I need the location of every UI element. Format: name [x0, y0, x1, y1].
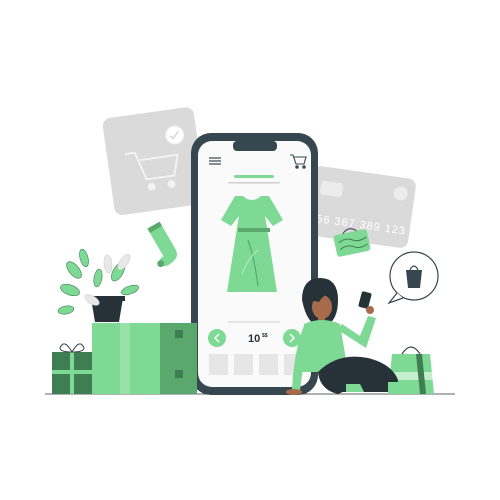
- gift-box: [52, 343, 92, 394]
- product-thumbnail[interactable]: [209, 354, 228, 375]
- product-thumbnail[interactable]: [234, 354, 253, 375]
- sock: [147, 221, 177, 268]
- shipping-box: [92, 323, 197, 394]
- product-subtitle-bar: [228, 182, 280, 184]
- online-shopping-illustration: 56 367 389 123 10 $$: [45, 107, 455, 395]
- prev-product-button[interactable]: [208, 329, 226, 347]
- product-price-suffix: $$: [262, 333, 268, 339]
- phone-notch: [233, 141, 277, 151]
- shopping-bag-bubble: [387, 251, 439, 305]
- cart-card: [102, 107, 206, 216]
- product-title-bar: [234, 175, 274, 178]
- product-thumbnail[interactable]: [259, 354, 278, 375]
- potted-plant: [57, 248, 139, 322]
- product-price: 10: [248, 333, 260, 345]
